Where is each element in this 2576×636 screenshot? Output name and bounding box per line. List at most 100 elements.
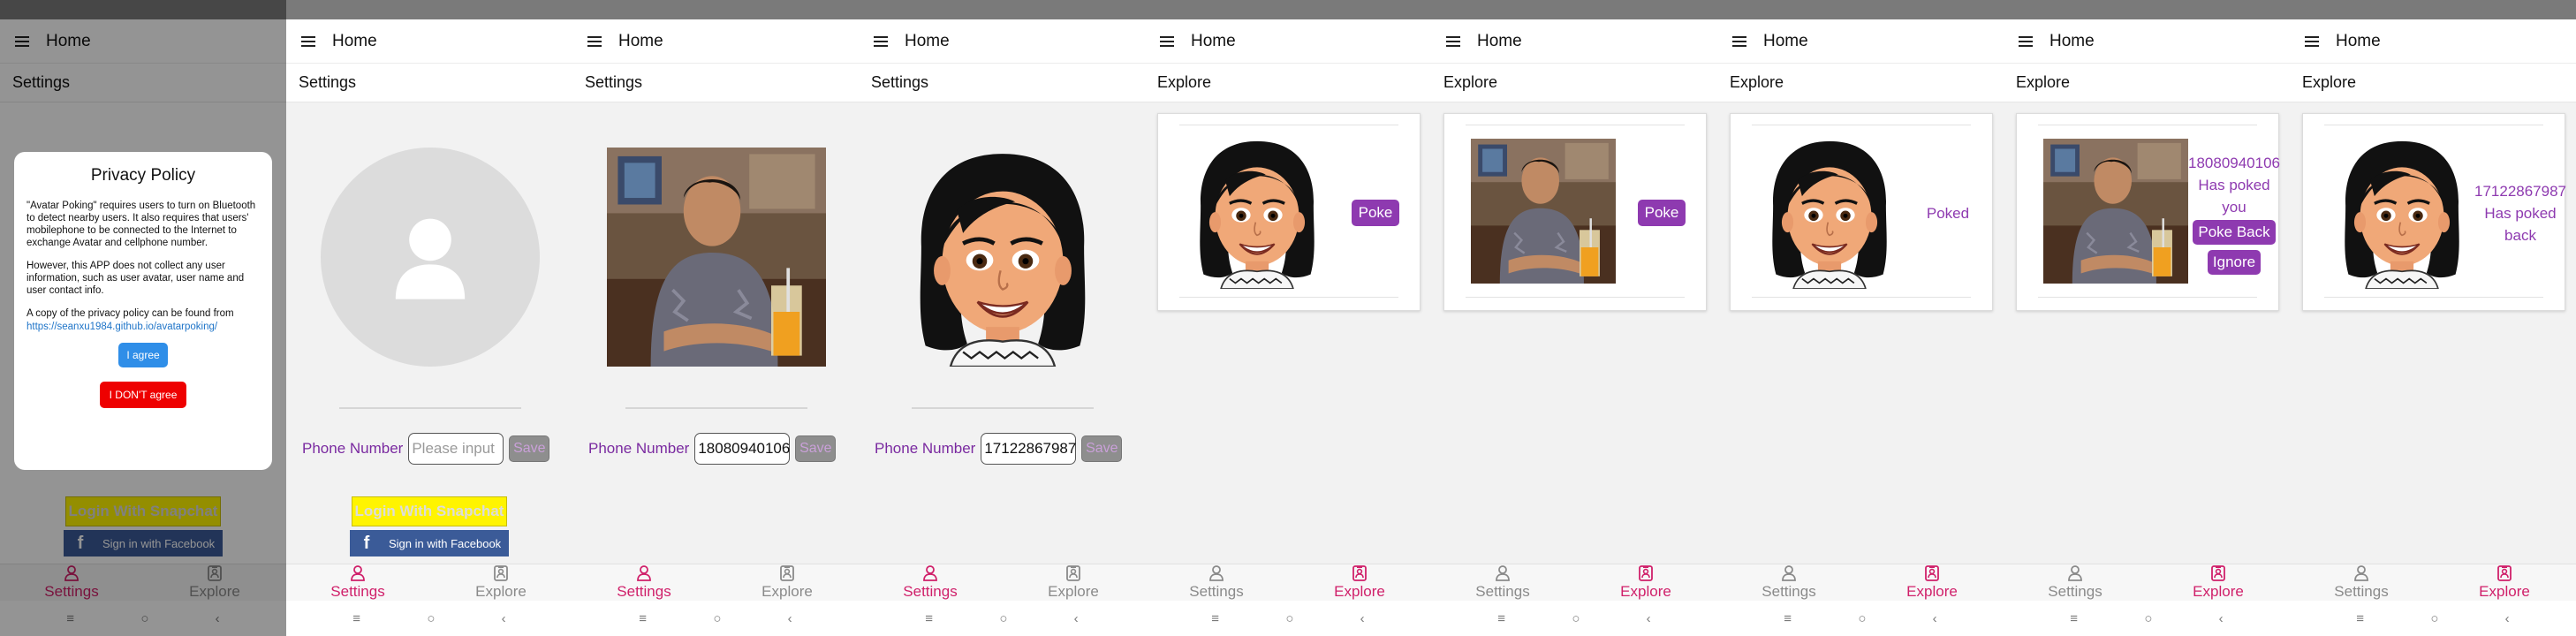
poke-status: Poked [1926,204,1970,222]
avatar-picker[interactable] [606,147,827,367]
app-title: Home [2049,31,2095,50]
recents-icon[interactable]: ≡ [1784,611,1792,626]
user-icon [1780,564,1798,582]
divider [625,407,807,409]
phone-input[interactable]: 17122867987 [981,433,1076,465]
content-area: 18080940106 Has poked you Poke Back Igno… [2004,102,2290,578]
screen-settings-cartoon: Home Settings Phone Number 17122867987 S… [859,0,1145,636]
menu-icon[interactable] [1435,33,1472,50]
save-button[interactable]: Save [509,435,550,462]
home-icon[interactable]: ○ [1572,611,1580,626]
poke-back-button[interactable]: Poke Back [2193,219,2276,245]
contact-card-icon [778,564,796,582]
status-bar [2290,0,2576,19]
home-icon[interactable]: ○ [999,611,1007,626]
nav-explore[interactable]: Explore [716,564,859,601]
back-icon[interactable]: ‹ [502,611,506,626]
content-area: Poked [1717,102,2004,578]
card-divider [1466,297,1685,298]
back-icon[interactable]: ‹ [1360,611,1365,626]
screen-privacy: Home Settings Login With Snapchat f Sign… [0,0,286,636]
menu-icon[interactable] [862,33,899,50]
nav-settings[interactable]: Settings [859,564,1002,601]
back-icon[interactable]: ‹ [1074,611,1079,626]
home-icon[interactable]: ○ [713,611,721,626]
snapchat-login-button[interactable]: Login With Snapchat [352,496,507,526]
recents-icon[interactable]: ≡ [352,611,360,626]
back-icon[interactable]: ‹ [1647,611,1651,626]
poke-button[interactable]: Poke [1637,200,1686,226]
user-icon [1494,564,1512,582]
menu-icon[interactable] [1721,33,1758,50]
menu-icon[interactable] [576,33,613,50]
phone-row: Phone Number 18080940106 Save [588,433,837,465]
menu-icon[interactable] [2007,33,2044,50]
disagree-button[interactable]: I DON'T agree [100,382,186,408]
bottom-nav: Settings Explore [2290,564,2576,601]
dialog-title: Privacy Policy [90,166,196,185]
section-title: Explore [2290,64,2576,102]
nav-explore[interactable]: Explore [2433,564,2576,601]
nav-settings[interactable]: Settings [2290,564,2433,601]
nav-settings[interactable]: Settings [1145,564,1288,601]
nav-explore[interactable]: Explore [1860,564,2004,601]
divider [912,407,1094,409]
nav-settings[interactable]: Settings [2004,564,2147,601]
app-bar: Home [1431,19,1717,64]
agree-button[interactable]: I agree [118,343,168,367]
cartoon-avatar[interactable] [893,148,1112,367]
back-icon[interactable]: ‹ [2219,611,2224,626]
nav-explore[interactable]: Explore [2147,564,2290,601]
menu-icon[interactable] [1148,33,1186,50]
home-icon[interactable]: ○ [1858,611,1866,626]
save-button[interactable]: Save [1081,435,1123,462]
recents-icon[interactable]: ≡ [2070,611,2078,626]
nav-explore[interactable]: Explore [1288,564,1431,601]
app-bar: Home [2290,19,2576,64]
nav-explore[interactable]: Explore [1002,564,1145,601]
menu-icon[interactable] [2293,33,2330,50]
recents-icon[interactable]: ≡ [1497,611,1505,626]
nav-explore[interactable]: Explore [429,564,572,601]
back-icon[interactable]: ‹ [788,611,792,626]
recents-icon[interactable]: ≡ [639,611,647,626]
home-icon[interactable]: ○ [427,611,435,626]
recents-icon[interactable]: ≡ [1211,611,1219,626]
phone-label: Phone Number [588,440,690,457]
back-icon[interactable]: ‹ [1933,611,1937,626]
facebook-login-button[interactable]: f Sign in with Facebook [350,530,509,556]
facebook-icon: f [363,533,370,553]
nav-settings-label: Settings [1189,583,1244,600]
card-actions: Poke [1616,137,1708,289]
status-bar [1431,0,1717,19]
nav-settings[interactable]: Settings [572,564,716,601]
avatar-picker[interactable] [892,147,1113,367]
nav-settings-label: Settings [1475,583,1530,600]
nav-settings[interactable]: Settings [286,564,429,601]
home-icon[interactable]: ○ [2144,611,2152,626]
avatar-picker[interactable] [320,147,541,367]
nav-settings[interactable]: Settings [1431,564,1574,601]
nav-explore-label: Explore [1048,583,1099,600]
screen-explore-poked: Home Explore Poked Settings Explore ≡ ○ … [1717,0,2004,636]
phone-input[interactable]: Please input [408,433,504,465]
privacy-link[interactable]: https://seanxu1984.github.io/avatarpokin… [27,322,260,332]
status-bar [859,0,1145,19]
save-button[interactable]: Save [795,435,837,462]
phone-input[interactable]: 18080940106 [694,433,790,465]
recents-icon[interactable]: ≡ [2356,611,2364,626]
home-icon[interactable]: ○ [1285,611,1293,626]
poke-button[interactable]: Poke [1351,200,1400,226]
nearby-user-card: Poked [1730,113,1993,311]
user-icon [2066,564,2084,582]
system-nav-bar: ≡ ○ ‹ [1431,601,1717,636]
ignore-button[interactable]: Ignore [2207,249,2262,275]
nav-settings[interactable]: Settings [1717,564,1860,601]
recents-icon[interactable]: ≡ [925,611,933,626]
back-icon[interactable]: ‹ [2505,611,2510,626]
avatar-placeholder[interactable] [321,148,540,367]
menu-icon[interactable] [290,33,327,50]
nav-explore[interactable]: Explore [1574,564,1717,601]
user-photo[interactable] [607,148,826,367]
home-icon[interactable]: ○ [2430,611,2438,626]
